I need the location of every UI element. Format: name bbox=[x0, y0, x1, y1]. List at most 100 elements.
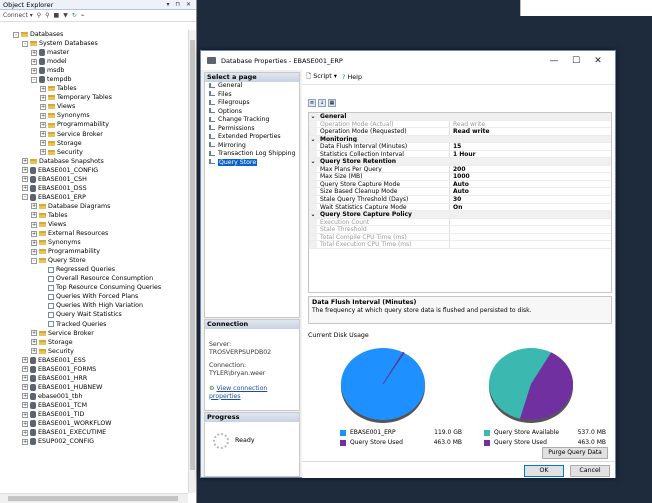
tree-node[interactable]: + EBASE01_EXECUTIME bbox=[0, 428, 188, 437]
collapse-icon[interactable]: - bbox=[22, 40, 28, 47]
tree-node[interactable]: + model bbox=[0, 57, 188, 66]
expand-icon[interactable]: + bbox=[31, 67, 37, 74]
page-item[interactable]: Permissions bbox=[205, 125, 299, 134]
tree-node[interactable]: + Tables bbox=[0, 84, 188, 93]
tree-node[interactable]: + Synonyms bbox=[0, 238, 188, 247]
minimize-button[interactable]: — bbox=[543, 56, 565, 66]
tree-node[interactable]: + Programmability bbox=[0, 247, 188, 256]
tree-node[interactable]: Top Resource Consuming Queries bbox=[0, 283, 188, 292]
tree-node[interactable]: + EBASE001_ESS bbox=[0, 356, 188, 365]
property-value[interactable]: 1 Hour bbox=[450, 151, 476, 158]
tree-node[interactable]: + EBASE001_DSS bbox=[0, 184, 188, 193]
tree-node[interactable]: + Tables bbox=[0, 211, 188, 220]
tree-node[interactable]: + Security bbox=[0, 148, 188, 157]
tree-node[interactable]: + External Resources bbox=[0, 229, 188, 238]
expand-icon[interactable]: + bbox=[22, 366, 28, 373]
property-row[interactable]: Stale Query Threshold (Days) 30 bbox=[309, 196, 611, 204]
expand-icon[interactable]: + bbox=[22, 357, 28, 364]
page-item[interactable]: Change Tracking bbox=[205, 116, 299, 125]
tree-node[interactable]: + EBASE001_TID bbox=[0, 410, 188, 419]
property-row[interactable]: Wait Statistics Capture Mode On bbox=[309, 203, 611, 212]
property-category[interactable]: ⌄ General bbox=[309, 113, 611, 121]
tree-node[interactable]: + Security bbox=[0, 347, 188, 356]
expand-icon[interactable]: + bbox=[22, 402, 28, 409]
property-row[interactable]: Query Store Capture Mode Auto bbox=[309, 180, 611, 189]
category-collapse-icon[interactable]: ⌄ bbox=[309, 158, 317, 165]
expand-icon[interactable]: + bbox=[31, 248, 37, 255]
property-value[interactable]: Read write bbox=[450, 128, 490, 135]
expand-icon[interactable]: + bbox=[22, 429, 28, 436]
pane-controls[interactable]: ▾ ⊓ ✕ bbox=[166, 1, 193, 8]
page-item[interactable]: Extended Properties bbox=[205, 133, 299, 142]
expand-icon[interactable]: + bbox=[40, 85, 46, 92]
expand-icon[interactable]: + bbox=[22, 438, 28, 445]
category-collapse-icon[interactable]: ⌄ bbox=[309, 113, 317, 120]
alphabetical-icon[interactable]: ↓ bbox=[318, 99, 326, 107]
category-collapse-icon[interactable]: ⌄ bbox=[309, 211, 317, 218]
expand-icon[interactable]: + bbox=[40, 131, 46, 138]
expand-icon[interactable]: + bbox=[22, 185, 28, 192]
expand-icon[interactable]: + bbox=[40, 103, 46, 110]
tree-node[interactable]: Queries With High Variation bbox=[0, 301, 188, 310]
tree-node[interactable]: + EBASE001_TCM bbox=[0, 401, 188, 410]
categorized-icon[interactable]: ≡ bbox=[308, 99, 316, 107]
tree-node[interactable]: + EBASE001_FORMS bbox=[0, 365, 188, 374]
expand-icon[interactable]: + bbox=[31, 203, 37, 210]
tree-node[interactable]: Overall Resource Consumption bbox=[0, 274, 188, 283]
tree-node[interactable]: + EBASE001_HRR bbox=[0, 374, 188, 383]
tree-horizontal-scrollbar[interactable] bbox=[0, 493, 188, 503]
disconnect-icon[interactable]: ⚲ bbox=[45, 12, 49, 19]
tree-node[interactable]: - Query Store bbox=[0, 256, 188, 265]
expand-icon[interactable]: + bbox=[40, 94, 46, 101]
property-value[interactable]: Auto bbox=[450, 181, 469, 188]
tree-node[interactable]: + ebase001_tbh bbox=[0, 392, 188, 401]
script-button[interactable]: 🗋 Script ▾ bbox=[306, 72, 337, 83]
cancel-button[interactable]: Cancel bbox=[570, 465, 610, 477]
page-item[interactable]: Mirroring bbox=[205, 142, 299, 151]
expand-icon[interactable]: + bbox=[31, 230, 37, 237]
expand-icon[interactable]: + bbox=[22, 375, 28, 382]
tree-node[interactable]: Query Wait Statistics bbox=[0, 310, 188, 319]
page-item[interactable]: General bbox=[205, 82, 299, 91]
property-value[interactable]: On bbox=[450, 204, 462, 211]
tree-node[interactable]: + msdb bbox=[0, 66, 188, 75]
page-item[interactable]: Files bbox=[205, 91, 299, 100]
expand-icon[interactable]: + bbox=[31, 58, 37, 65]
scroll-thumb[interactable] bbox=[190, 40, 195, 470]
view-connection-properties-link[interactable]: View connection properties bbox=[209, 385, 267, 400]
expand-icon[interactable]: + bbox=[22, 420, 28, 427]
connect-button[interactable]: Connect ▾ bbox=[3, 12, 33, 19]
collapse-icon[interactable]: - bbox=[22, 194, 28, 201]
tree-node[interactable]: - System Databases bbox=[0, 39, 188, 48]
expand-icon[interactable]: + bbox=[31, 348, 37, 355]
tree-node[interactable]: + Database Diagrams bbox=[0, 202, 188, 211]
tree-vertical-scrollbar[interactable] bbox=[188, 30, 196, 493]
property-value[interactable]: Auto bbox=[450, 188, 469, 195]
expand-icon[interactable]: + bbox=[31, 212, 37, 219]
expand-icon[interactable]: + bbox=[22, 393, 28, 400]
property-category[interactable]: ⌄ Monitoring bbox=[309, 135, 611, 144]
connect-object-icon[interactable]: ⚲ bbox=[37, 12, 41, 19]
activity-icon[interactable]: ⌁ bbox=[81, 12, 85, 19]
collapse-icon[interactable]: - bbox=[31, 257, 37, 264]
tree-node[interactable]: + Views bbox=[0, 102, 188, 111]
tree-node[interactable]: + Programmability bbox=[0, 120, 188, 129]
property-row[interactable]: Operation Mode (Requested) Read write bbox=[309, 128, 611, 136]
tree-node[interactable]: + Storage bbox=[0, 139, 188, 148]
property-row[interactable]: Statistics Collection Interval 1 Hour bbox=[309, 150, 611, 159]
expand-icon[interactable]: + bbox=[31, 330, 37, 337]
tree-node[interactable]: Regressed Queries bbox=[0, 265, 188, 274]
property-value[interactable]: 200 bbox=[450, 166, 466, 173]
property-row[interactable]: Stale Threshold bbox=[309, 226, 611, 234]
tree-node[interactable]: Tracked Queries bbox=[0, 320, 188, 329]
expand-icon[interactable]: + bbox=[31, 339, 37, 346]
expand-icon[interactable]: + bbox=[31, 239, 37, 246]
property-row[interactable]: Total Compile CPU Time (ms) bbox=[309, 233, 611, 242]
refresh-icon[interactable]: ↻ bbox=[72, 12, 77, 19]
tree-node[interactable]: + EBASE001_WORKFLOW bbox=[0, 419, 188, 428]
property-value[interactable]: 15 bbox=[450, 143, 461, 150]
expand-icon[interactable]: + bbox=[40, 122, 46, 128]
tree-node[interactable]: + Storage bbox=[0, 338, 188, 347]
tree-node[interactable]: + master bbox=[0, 48, 188, 57]
tree-node[interactable]: - Databases bbox=[0, 30, 188, 39]
